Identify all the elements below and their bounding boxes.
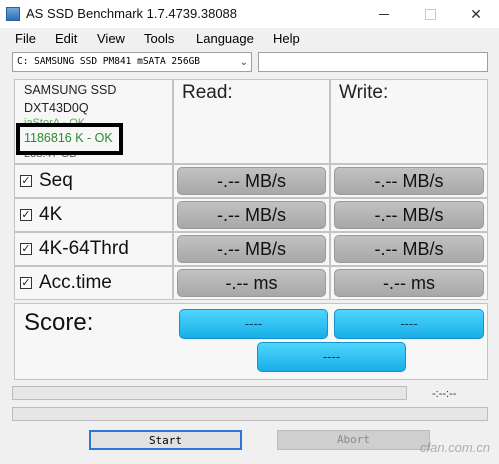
window-title: AS SSD Benchmark 1.7.4739.38088 bbox=[26, 6, 238, 21]
menu-help[interactable]: Help bbox=[273, 31, 300, 46]
write-header-label: Write: bbox=[339, 82, 389, 103]
menu-edit[interactable]: Edit bbox=[55, 31, 77, 46]
minimize-button[interactable] bbox=[361, 0, 407, 28]
abort-button[interactable]: Abort bbox=[277, 430, 430, 450]
test-row-4k-64thrd[interactable]: ✓ 4K-64Thrd bbox=[14, 232, 173, 266]
drive-select[interactable]: C: SAMSUNG SSD PM841 mSATA 256GB ⌄ bbox=[12, 52, 252, 72]
overall-progress-bar bbox=[12, 407, 488, 421]
maximize-button[interactable] bbox=[407, 0, 453, 28]
close-button[interactable]: ✕ bbox=[453, 0, 499, 28]
test-row-4k[interactable]: ✓ 4K bbox=[14, 198, 173, 232]
checkbox-acc-time[interactable]: ✓ bbox=[20, 277, 32, 289]
watermark: cfan.com.cn bbox=[420, 440, 491, 455]
read-value-seq: -.-- MB/s bbox=[177, 167, 326, 195]
drive-firmware: DXT43D0Q bbox=[24, 101, 89, 115]
test-label-4k: 4K bbox=[39, 204, 63, 225]
read-score: ---- bbox=[179, 309, 328, 339]
start-button[interactable]: Start bbox=[89, 430, 242, 450]
total-score: ---- bbox=[257, 342, 406, 372]
write-value-4k-64thrd: -.-- MB/s bbox=[334, 235, 484, 263]
app-icon bbox=[6, 7, 20, 21]
test-label-4k-64thrd: 4K-64Thrd bbox=[39, 238, 129, 259]
checkbox-4k[interactable]: ✓ bbox=[20, 209, 32, 221]
write-score: ---- bbox=[334, 309, 484, 339]
menu-file[interactable]: File bbox=[15, 31, 36, 46]
title-bar: AS SSD Benchmark 1.7.4739.38088 ✕ bbox=[0, 0, 499, 28]
menu-language[interactable]: Language bbox=[196, 31, 254, 46]
menu-tools[interactable]: Tools bbox=[144, 31, 174, 46]
write-value-seq: -.-- MB/s bbox=[334, 167, 484, 195]
checkbox-4k-64thrd[interactable]: ✓ bbox=[20, 243, 32, 255]
read-value-4k-64thrd: -.-- MB/s bbox=[177, 235, 326, 263]
test-label-seq: Seq bbox=[39, 170, 73, 191]
test-row-acc-time[interactable]: ✓ Acc.time bbox=[14, 266, 173, 300]
read-value-acc-time: -.-- ms bbox=[177, 269, 326, 297]
write-value-4k: -.-- MB/s bbox=[334, 201, 484, 229]
drive-info-field bbox=[258, 52, 488, 72]
drive-select-value: C: SAMSUNG SSD PM841 mSATA 256GB bbox=[17, 56, 201, 67]
menu-view[interactable]: View bbox=[97, 31, 125, 46]
progress-bar bbox=[12, 386, 407, 400]
test-row-seq[interactable]: ✓ Seq bbox=[14, 164, 173, 198]
checkbox-seq[interactable]: ✓ bbox=[20, 175, 32, 187]
read-header-label: Read: bbox=[182, 82, 233, 103]
chevron-down-icon: ⌄ bbox=[239, 57, 248, 68]
menu-bar: File Edit View Tools Language Help bbox=[0, 28, 499, 48]
read-value-4k: -.-- MB/s bbox=[177, 201, 326, 229]
write-value-acc-time: -.-- ms bbox=[334, 269, 484, 297]
alignment-status: 1186816 K - OK bbox=[24, 131, 113, 145]
write-column-header: Write: bbox=[330, 79, 488, 164]
test-label-acc-time: Acc.time bbox=[39, 272, 112, 293]
read-column-header: Read: bbox=[173, 79, 330, 164]
elapsed-time: -:--:-- bbox=[432, 388, 457, 400]
score-label: Score: bbox=[24, 309, 94, 336]
drive-model: SAMSUNG SSD bbox=[24, 83, 117, 97]
